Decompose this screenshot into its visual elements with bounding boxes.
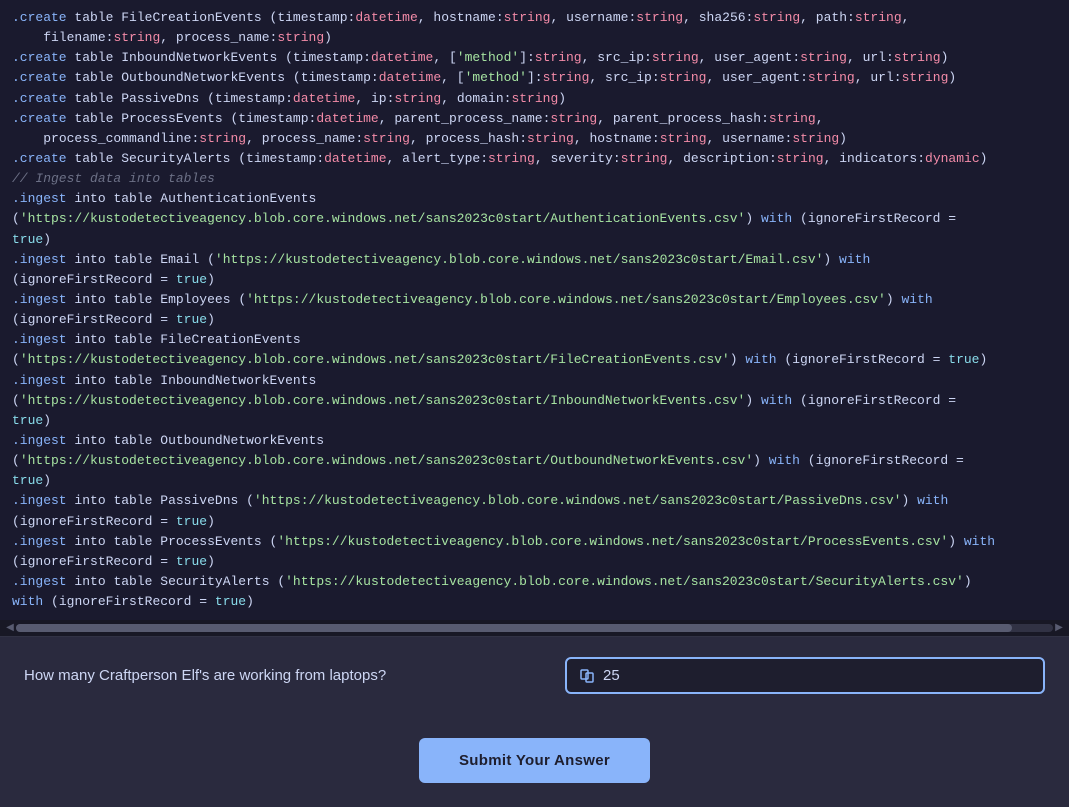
scrollbar-left-arrow[interactable]: ◀ [4,622,16,634]
code-line-7: process_commandline:string, process_name… [12,129,1057,149]
code-line-21: true) [12,411,1057,431]
scrollbar-right-arrow[interactable]: ▶ [1053,622,1065,634]
code-line-27: .ingest into table ProcessEvents ('https… [12,532,1057,552]
answer-input-wrapper [565,657,1045,694]
code-line-1: .create table FileCreationEvents (timest… [12,8,1057,28]
code-line-26: (ignoreFirstRecord = true) [12,512,1057,532]
input-icon [579,668,595,684]
answer-input[interactable] [603,667,1031,684]
code-line-14: (ignoreFirstRecord = true) [12,270,1057,290]
code-line-12: true) [12,230,1057,250]
submit-button[interactable]: Submit Your Answer [419,738,650,783]
code-line-16: (ignoreFirstRecord = true) [12,310,1057,330]
code-line-20: ('https://kustodetectiveagency.blob.core… [12,391,1057,411]
code-line-19: .ingest into table InboundNetworkEvents [12,371,1057,391]
scrollbar-track[interactable] [16,624,1053,632]
scrollbar-area[interactable]: ◀ ▶ [0,620,1069,636]
code-line-30: with (ignoreFirstRecord = true) [12,592,1057,612]
question-area: How many Craftperson Elf's are working f… [0,636,1069,714]
code-line-10: .ingest into table AuthenticationEvents [12,189,1057,209]
code-line-8: .create table SecurityAlerts (timestamp:… [12,149,1057,169]
code-line-29: .ingest into table SecurityAlerts ('http… [12,572,1057,592]
code-line-5: .create table PassiveDns (timestamp:date… [12,89,1057,109]
code-line-28: (ignoreFirstRecord = true) [12,552,1057,572]
code-container: .create table FileCreationEvents (timest… [0,0,1069,620]
code-line-9: // Ingest data into tables [12,169,1057,189]
code-line-6: .create table ProcessEvents (timestamp:d… [12,109,1057,129]
code-line-15: .ingest into table Employees ('https://k… [12,290,1057,310]
code-line-18: ('https://kustodetectiveagency.blob.core… [12,350,1057,370]
code-line-2: filename:string, process_name:string) [12,28,1057,48]
code-line-22: .ingest into table OutboundNetworkEvents [12,431,1057,451]
code-line-25: .ingest into table PassiveDns ('https://… [12,491,1057,511]
question-text: How many Craftperson Elf's are working f… [24,667,549,684]
code-line-11: ('https://kustodetectiveagency.blob.core… [12,209,1057,229]
code-line-13: .ingest into table Email ('https://kusto… [12,250,1057,270]
code-line-23: ('https://kustodetectiveagency.blob.core… [12,451,1057,471]
code-line-17: .ingest into table FileCreationEvents [12,330,1057,350]
scrollbar-thumb [16,624,1012,632]
submit-area: Submit Your Answer [0,714,1069,807]
code-line-4: .create table OutboundNetworkEvents (tim… [12,68,1057,88]
code-line-3: .create table InboundNetworkEvents (time… [12,48,1057,68]
code-line-24: true) [12,471,1057,491]
